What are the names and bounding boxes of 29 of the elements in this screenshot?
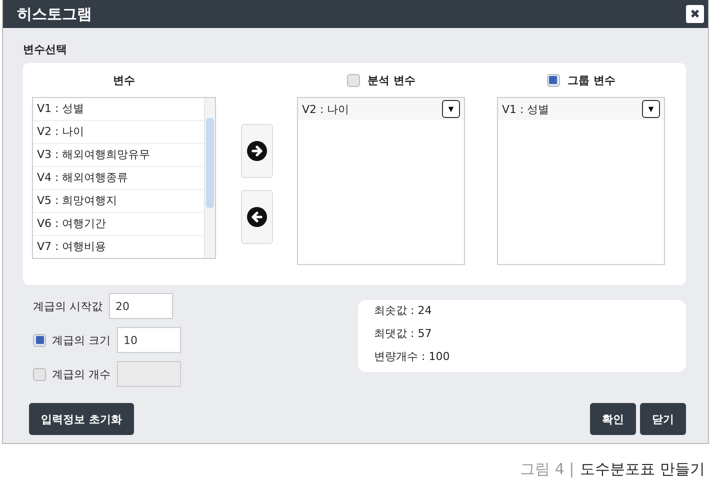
field-label: 계급의 시작값 [33, 298, 102, 314]
scrollbar[interactable] [204, 98, 215, 258]
checkbox[interactable] [33, 334, 46, 346]
input-field[interactable]: 20 [108, 293, 172, 319]
dropdown-button[interactable]: ▼ [642, 100, 660, 118]
reset-button[interactable]: 입력정보 초기화 [29, 403, 134, 435]
close-button[interactable]: ✖ [686, 5, 704, 23]
checkbox[interactable] [346, 74, 360, 86]
confirm-button[interactable]: 확인 [590, 403, 636, 435]
field-label: 계급의 크기 [52, 332, 110, 348]
remove-button[interactable] [241, 190, 273, 244]
field-label: 계급의 개수 [52, 366, 110, 382]
checkbox[interactable] [546, 74, 560, 86]
add-button[interactable] [241, 124, 273, 178]
selected-variable: V1 : 성별 [502, 102, 550, 116]
checkbox-label: 그룹 변수 [568, 72, 616, 88]
figure-label: 그림 4 | [520, 460, 574, 479]
dropdown-button[interactable]: ▼ [442, 100, 460, 118]
input-field[interactable]: 10 [116, 327, 180, 353]
section-label: 변수선택 [23, 42, 68, 57]
stat-text: 변량개수 : 100 [374, 349, 451, 365]
window-title: 히스토그램 [17, 4, 92, 24]
column-heading: 변수 [113, 72, 135, 88]
stat-text: 최솟값 : 24 [374, 303, 433, 319]
close-button[interactable]: 닫기 [640, 403, 686, 435]
figure-caption: 도수분포표 만들기 [580, 460, 705, 479]
selected-variable: V2 : 나이 [302, 102, 350, 116]
stat-text: 최댓값 : 57 [374, 326, 433, 342]
checkbox-label: 분석 변수 [368, 72, 416, 88]
